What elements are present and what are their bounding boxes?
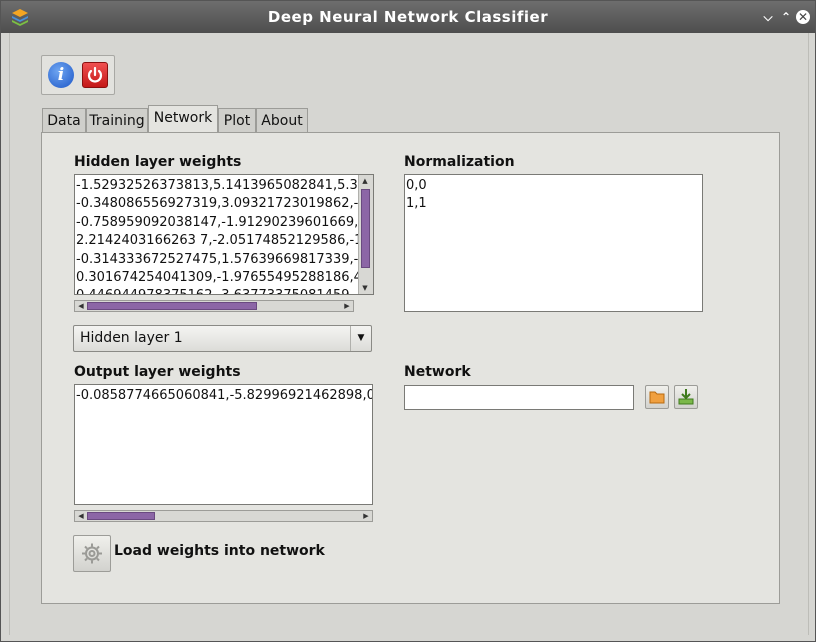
- scroll-down-icon[interactable]: ▼: [360, 283, 370, 293]
- scroll-left-icon[interactable]: ◀: [76, 301, 86, 311]
- text-line: 2.2142403166263 7,-2.05174852129586,-1.1: [76, 233, 374, 249]
- hidden-weights-vscroll-thumb[interactable]: [361, 189, 370, 268]
- text-line: -0.758959092038147,-1.91290239601669,-2: [76, 214, 372, 230]
- info-icon: i: [57, 65, 65, 85]
- network-label: Network: [404, 364, 471, 380]
- hidden-layer-select[interactable]: Hidden layer 1 ▼: [73, 325, 372, 352]
- text-line: -0.314333672527475,1.57639669817339,-0: [76, 251, 367, 267]
- text-line: -0.348086556927319,3.09321723019862,-0: [76, 196, 367, 212]
- info-button[interactable]: i: [48, 62, 74, 88]
- normalization-textarea[interactable]: 0,0 1,1: [404, 174, 703, 312]
- gear-icon: [82, 543, 102, 564]
- text-line: 0,0: [406, 178, 427, 193]
- scroll-right-icon[interactable]: ▶: [361, 511, 371, 521]
- scroll-left-icon[interactable]: ◀: [76, 511, 86, 521]
- save-file-button[interactable]: [674, 385, 698, 409]
- text-line: -1.52932526373813,5.1413965082841,5.35: [76, 178, 367, 193]
- download-icon: [678, 389, 694, 405]
- output-weights-label: Output layer weights: [74, 364, 241, 380]
- folder-icon: [649, 391, 665, 404]
- text-line: 1,1: [406, 196, 427, 212]
- app-window: Deep Neural Network Classifier ⌵ ⌃ ✕ i D…: [0, 0, 816, 642]
- hidden-weights-hscroll[interactable]: ◀ ▶: [74, 300, 354, 312]
- output-weights-textarea[interactable]: -0.0858774665060841,-5.82996921462898,0.…: [74, 384, 373, 505]
- hidden-weights-vscroll[interactable]: ▲ ▼: [358, 175, 373, 294]
- power-icon: [87, 66, 103, 83]
- tab-plot[interactable]: Plot: [218, 108, 256, 132]
- scroll-up-icon[interactable]: ▲: [360, 176, 370, 186]
- title-bar: Deep Neural Network Classifier ⌵ ⌃ ✕: [1, 1, 815, 33]
- text-line: 0.446944978375162,-3.63773375081459,-3: [76, 287, 373, 294]
- hidden-weights-label: Hidden layer weights: [74, 154, 242, 170]
- output-weights-hscroll-thumb[interactable]: [87, 512, 155, 520]
- window-title: Deep Neural Network Classifier: [267, 8, 549, 26]
- text-line: -0.0858774665060841,-5.82996921462898,0.…: [76, 388, 373, 403]
- tab-about[interactable]: About: [256, 108, 308, 132]
- chevron-down-icon[interactable]: ⌵: [761, 10, 775, 24]
- output-weights-hscroll[interactable]: ◀ ▶: [74, 510, 373, 522]
- hidden-weights-lines: -1.52932526373813,5.1413965082841,5.35 -0…: [75, 175, 374, 294]
- text-line: 0.301674254041309,-1.97655495288186,4.: [76, 270, 367, 286]
- load-weights-button[interactable]: [73, 535, 111, 572]
- main-content: i Data Training Network Plot About Hidde…: [9, 33, 809, 635]
- tab-data[interactable]: Data: [42, 108, 86, 132]
- open-file-button[interactable]: [645, 385, 669, 409]
- maximize-icon[interactable]: ⌃: [779, 10, 793, 24]
- hidden-weights-hscroll-thumb[interactable]: [87, 302, 257, 310]
- scroll-right-icon[interactable]: ▶: [342, 301, 352, 311]
- close-icon[interactable]: ✕: [796, 10, 810, 24]
- load-weights-label: Load weights into network: [114, 543, 325, 559]
- tab-training[interactable]: Training: [86, 108, 148, 132]
- layers-icon: [12, 9, 28, 26]
- toolbar: i: [41, 55, 115, 95]
- hidden-weights-textarea[interactable]: -1.52932526373813,5.1413965082841,5.35 -0…: [74, 174, 374, 295]
- normalization-label: Normalization: [404, 154, 515, 170]
- network-file-input[interactable]: [404, 385, 634, 410]
- hidden-layer-select-value: Hidden layer 1: [80, 330, 183, 346]
- dropdown-arrow-icon[interactable]: ▼: [350, 326, 371, 351]
- power-button[interactable]: [82, 62, 108, 88]
- normalization-lines: 0,0 1,1: [405, 175, 702, 214]
- tab-network[interactable]: Network: [148, 105, 218, 133]
- output-weights-lines: -0.0858774665060841,-5.82996921462898,0.…: [75, 385, 372, 405]
